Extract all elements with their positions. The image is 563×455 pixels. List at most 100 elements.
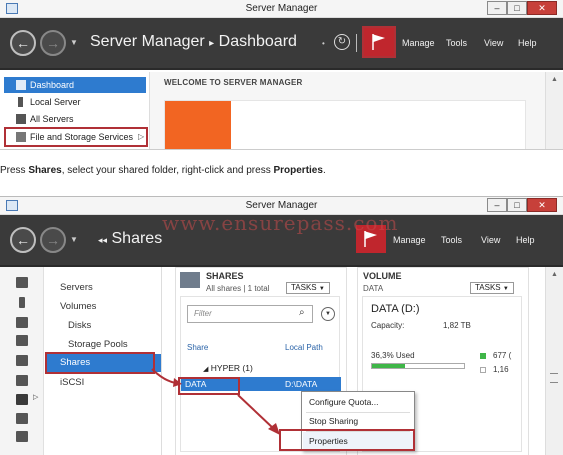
instruction-properties: Properties: [273, 165, 323, 176]
search-icon[interactable]: ⌕: [299, 307, 305, 318]
breadcrumb-page: Dashboard: [218, 33, 297, 50]
highlight-box-properties: [279, 429, 415, 451]
close-button[interactable]: ✕: [527, 1, 557, 15]
filter-input[interactable]: Filter: [187, 305, 313, 323]
arrow-to-properties: [237, 394, 280, 435]
iis-icon[interactable]: [16, 413, 28, 424]
sidebar-item-label: Dashboard: [30, 80, 75, 90]
sidebar-item-all-servers[interactable]: All Servers: [4, 111, 146, 127]
used-label: 36,3% Used: [371, 351, 415, 360]
vertical-scrollbar[interactable]: ▲: [545, 267, 563, 455]
maximize-button[interactable]: □: [507, 1, 527, 15]
role-icon[interactable]: [16, 355, 28, 366]
welcome-heading: WELCOME TO SERVER MANAGER: [164, 78, 303, 87]
breadcrumb-app[interactable]: Server Manager: [90, 33, 205, 50]
servers-icon[interactable]: [16, 317, 28, 328]
capacity-value: 1,82 TB: [443, 321, 471, 330]
shares-tasks-button[interactable]: TASKS ▼: [286, 282, 330, 294]
group-label: HYPER (1): [210, 363, 253, 373]
free-legend-swatch: [480, 367, 486, 373]
sidebar-item-label: All Servers: [30, 114, 74, 124]
close-button[interactable]: ✕: [527, 198, 557, 212]
server-manager-window-dashboard: Server Manager – □ ✕ ← → ▼ Server Manage…: [0, 0, 563, 150]
volume-title: VOLUME: [363, 271, 402, 281]
screenshot-root: Server Manager – □ ✕ ← → ▼ Server Manage…: [0, 0, 563, 455]
highlight-box-shares: [45, 352, 155, 374]
cluster-icon[interactable]: [16, 335, 28, 346]
server-icon[interactable]: [19, 297, 25, 308]
refresh-dropdown-icon[interactable]: •: [322, 39, 325, 48]
quick-start-tile[interactable]: [165, 101, 231, 149]
forward-arrow-icon[interactable]: →: [40, 30, 66, 56]
collapse-group-icon[interactable]: ◢: [203, 366, 208, 373]
column-header-share[interactable]: Share: [187, 343, 208, 352]
usage-bar: [371, 363, 465, 369]
nav-item-storage-pools[interactable]: Storage Pools: [68, 339, 128, 350]
dashboard-icon: [16, 80, 26, 90]
nav-item-iscsi[interactable]: iSCSI: [60, 377, 84, 388]
column-header-local-path[interactable]: Local Path: [285, 343, 323, 352]
menu-manage[interactable]: Manage: [393, 235, 426, 245]
free-legend-value: 1,16: [493, 365, 509, 374]
collapse-nav-icon[interactable]: ◂◂: [98, 235, 107, 245]
tasks-label: TASKS: [291, 283, 317, 292]
scroll-thumb[interactable]: [550, 373, 558, 383]
storage-sidebar: ▷ Servers Volumes Disks Storage Pools Sh…: [0, 267, 162, 455]
volume-tasks-button[interactable]: TASKS ▼: [470, 282, 514, 294]
vertical-scrollbar[interactable]: ▲: [545, 72, 563, 149]
back-arrow-icon[interactable]: ←: [10, 30, 36, 56]
breadcrumb: ◂◂ Shares: [98, 230, 162, 248]
menu-tools[interactable]: Tools: [441, 235, 462, 245]
minimize-button[interactable]: –: [487, 198, 507, 212]
refresh-icon[interactable]: ↻: [334, 34, 350, 50]
breadcrumb-separator-icon: ▸: [209, 38, 215, 49]
group-row[interactable]: ◢ HYPER (1): [203, 363, 253, 373]
back-arrow-icon[interactable]: ←: [10, 227, 36, 253]
window-title: Server Manager: [245, 200, 318, 211]
header-separator: [356, 34, 357, 52]
chevron-down-icon: ▼: [318, 286, 325, 292]
expand-arrow-icon[interactable]: ▷: [33, 393, 38, 401]
file-storage-icon[interactable]: [16, 394, 28, 405]
menu-view[interactable]: View: [481, 235, 500, 245]
menu-help[interactable]: Help: [518, 38, 537, 48]
quick-start-card: [164, 100, 526, 149]
capacity-label: Capacity:: [371, 321, 405, 330]
hyperv-icon[interactable]: [16, 375, 28, 386]
sidebar-item-dashboard[interactable]: Dashboard: [4, 77, 146, 93]
menu-help[interactable]: Help: [516, 235, 535, 245]
local-path-cell: D:\DATA: [285, 379, 318, 389]
history-dropdown-icon[interactable]: ▼: [70, 38, 78, 47]
menu-tools[interactable]: Tools: [446, 38, 467, 48]
highlight-box-file-storage: [4, 127, 148, 147]
scroll-up-icon[interactable]: ▲: [551, 271, 558, 278]
nav-item-volumes[interactable]: Volumes: [60, 301, 96, 312]
volume-name: DATA (D:): [371, 303, 420, 315]
shares-icon: [180, 272, 200, 288]
volume-subtitle: DATA: [363, 284, 384, 293]
instruction-suffix: .: [322, 165, 326, 176]
dashboard-icon[interactable]: [16, 277, 28, 288]
nav-item-disks[interactable]: Disks: [68, 320, 91, 331]
forward-arrow-icon[interactable]: →: [40, 227, 66, 253]
menu-item-stop-sharing[interactable]: Stop Sharing: [303, 412, 413, 430]
menu-view[interactable]: View: [484, 38, 503, 48]
history-dropdown-icon[interactable]: ▼: [70, 235, 78, 244]
used-legend-swatch: [480, 353, 486, 359]
chevron-down-icon: ▼: [502, 286, 509, 292]
tools-icon[interactable]: [16, 431, 28, 442]
menu-item-configure-quota[interactable]: Configure Quota...: [303, 393, 413, 411]
menu-manage[interactable]: Manage: [402, 38, 435, 48]
icon-rail: ▷: [0, 267, 44, 455]
minimize-button[interactable]: –: [487, 1, 507, 15]
nav-item-servers[interactable]: Servers: [60, 282, 93, 293]
sidebar-item-local-server[interactable]: Local Server: [4, 94, 146, 110]
shares-subtitle: All shares | 1 total: [206, 284, 270, 293]
maximize-button[interactable]: □: [507, 198, 527, 212]
title-bar: Server Manager – □ ✕: [0, 0, 563, 18]
scroll-up-icon[interactable]: ▲: [551, 76, 558, 83]
arrow-to-data-row: [151, 368, 182, 387]
expand-options-icon[interactable]: ▼: [321, 307, 335, 321]
highlight-box-data-row: [178, 377, 240, 395]
tasks-label: TASKS: [475, 283, 501, 292]
